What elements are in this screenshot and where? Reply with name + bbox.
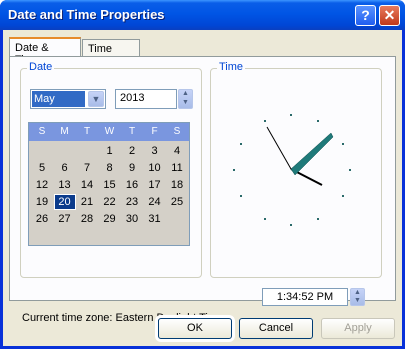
clock-tick-8 <box>240 195 242 197</box>
calendar-day[interactable]: 31 <box>144 211 166 227</box>
ok-button[interactable]: OK <box>158 318 232 339</box>
clock-tick-11 <box>264 120 266 122</box>
calendar-day[interactable]: 22 <box>99 194 121 210</box>
clock-tick-3 <box>349 169 351 171</box>
tab-date-time[interactable]: Date & Time <box>9 37 81 66</box>
time-field[interactable]: 1:34:52 PM <box>262 288 348 306</box>
calendar-day[interactable]: 21 <box>76 194 98 210</box>
calendar-day[interactable]: 16 <box>121 177 143 193</box>
calendar-day[interactable]: 25 <box>166 194 188 210</box>
spin-up-icon[interactable]: ▲ <box>351 289 364 297</box>
calendar-day[interactable]: 29 <box>99 211 121 227</box>
weekday-label: T <box>128 126 136 137</box>
calendar-day[interactable]: 18 <box>166 177 188 193</box>
calendar-day[interactable]: 23 <box>121 194 143 210</box>
calendar-day[interactable]: 14 <box>76 177 98 193</box>
month-value: May <box>32 91 85 107</box>
clock-tick-10 <box>240 143 242 145</box>
apply-button[interactable]: Apply <box>321 318 395 339</box>
clock-tick-2 <box>342 143 344 145</box>
weekday-label: W <box>104 126 115 137</box>
spin-down-icon[interactable]: ▼ <box>179 99 192 108</box>
calendar-day[interactable]: 15 <box>99 177 121 193</box>
calendar-day[interactable]: 24 <box>144 194 166 210</box>
clock-minute-hand <box>290 132 334 176</box>
calendar-day[interactable]: 6 <box>54 160 76 176</box>
calendar-day[interactable]: 19 <box>31 194 53 210</box>
dialog-window: Date and Time Properties ? ✕ Date & Time… <box>0 0 405 349</box>
time-value: 1:34:52 PM <box>276 291 334 303</box>
calendar-day[interactable]: 10 <box>144 160 166 176</box>
weekday-label: T <box>83 126 91 137</box>
close-button[interactable]: ✕ <box>379 5 400 26</box>
window-title: Date and Time Properties <box>8 7 165 22</box>
calendar-day[interactable]: 13 <box>54 177 76 193</box>
clock-tick-5 <box>317 218 319 220</box>
calendar-day[interactable]: 7 <box>76 160 98 176</box>
clock-tick-7 <box>264 218 266 220</box>
weekday-label: S <box>38 126 46 137</box>
weekday-label: S <box>173 126 181 137</box>
year-field[interactable]: 2013 <box>115 89 177 109</box>
year-value: 2013 <box>120 92 145 104</box>
clock-tick-4 <box>342 195 344 197</box>
analog-clock <box>233 114 351 226</box>
calendar-day-selected[interactable]: 20 <box>53 194 76 210</box>
spin-down-icon[interactable]: ▼ <box>351 297 364 305</box>
calendar-day[interactable]: 8 <box>99 160 121 176</box>
calendar-day[interactable]: 12 <box>31 177 53 193</box>
calendar-day[interactable]: 3 <box>144 143 166 159</box>
cancel-button[interactable]: Cancel <box>239 318 313 339</box>
help-button[interactable]: ? <box>355 5 376 26</box>
calendar-day[interactable]: 17 <box>144 177 166 193</box>
calendar-day[interactable]: 11 <box>166 160 188 176</box>
year-spinner[interactable]: ▲ ▼ <box>178 89 193 109</box>
calendar-day[interactable]: 2 <box>121 143 143 159</box>
date-group-label: Date <box>27 61 55 73</box>
calendar-day[interactable]: 9 <box>121 160 143 176</box>
weekday-label: F <box>151 126 158 137</box>
calendar-day[interactable]: 1 <box>99 143 121 159</box>
month-dropdown[interactable]: May ▼ <box>30 89 106 109</box>
tab-time-zone[interactable]: Time Zone <box>82 39 140 67</box>
clock-tick-1 <box>317 120 319 122</box>
title-bar[interactable]: Date and Time Properties ? ✕ <box>0 0 405 30</box>
calendar-day[interactable]: 4 <box>166 143 188 159</box>
chevron-down-icon[interactable]: ▼ <box>88 91 104 107</box>
weekday-label: M <box>60 126 69 137</box>
clock-tick-6 <box>290 224 292 226</box>
time-spinner[interactable]: ▲ ▼ <box>350 288 365 306</box>
calendar-day[interactable]: 26 <box>31 211 53 227</box>
calendar-day[interactable]: 27 <box>54 211 76 227</box>
calendar-day[interactable]: 30 <box>121 211 143 227</box>
calendar-day[interactable]: 28 <box>76 211 98 227</box>
time-group-label: Time <box>217 61 246 73</box>
calendar-grid[interactable]: SMTWTFS 1 2 3 4 5 6 7 8 9 10 11 12 13 14 15 16 17 18 19 20 2… <box>28 122 190 246</box>
clock-tick-12 <box>290 114 292 116</box>
calendar-weekday-header: SMTWTFS <box>29 123 189 141</box>
clock-second-hand <box>266 126 292 170</box>
clock-tick-9 <box>233 169 235 171</box>
calendar-day[interactable]: 5 <box>31 160 53 176</box>
spin-up-icon[interactable]: ▲ <box>179 90 192 99</box>
